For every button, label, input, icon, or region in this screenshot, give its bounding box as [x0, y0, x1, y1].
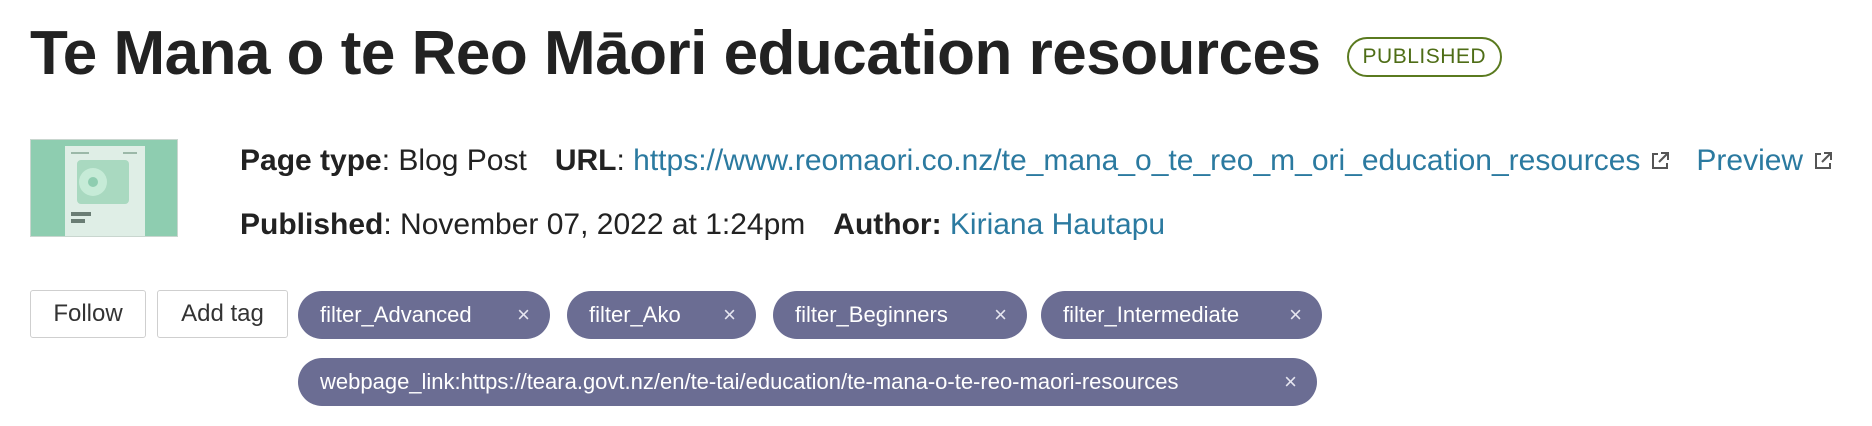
tag-label: filter_Ako	[589, 302, 681, 327]
tag-label: filter_Beginners	[795, 302, 948, 327]
tag-chip[interactable]: filter_Intermediate ×	[1041, 291, 1322, 339]
remove-tag-icon[interactable]: ×	[1284, 371, 1297, 393]
preview-external-icon[interactable]	[1811, 149, 1835, 173]
thumbnail-image	[31, 140, 177, 236]
url-link[interactable]: https://www.reomaori.co.nz/te_mana_o_te_…	[633, 144, 1640, 178]
published-value: November 07, 2022 at 1:24pm	[400, 208, 806, 241]
remove-tag-icon[interactable]: ×	[723, 304, 736, 326]
tag-label: webpage_link:https://teara.govt.nz/en/te…	[320, 369, 1179, 394]
tag-label: filter_Advanced	[320, 302, 472, 327]
tag-chip[interactable]: filter_Ako ×	[567, 291, 756, 339]
page-thumbnail[interactable]	[30, 139, 178, 237]
meta-row-primary: Page type: Blog Post URL: https://www.re…	[240, 144, 1835, 178]
remove-tag-icon[interactable]: ×	[994, 304, 1007, 326]
published-label: Published	[240, 208, 384, 241]
page-title: Te Mana o te Reo Māori education resourc…	[30, 19, 1321, 88]
url-label: URL	[554, 144, 617, 177]
tag-chip[interactable]: filter_Advanced ×	[298, 291, 550, 339]
page-type-colon: :	[381, 144, 399, 177]
add-tag-button[interactable]: Add tag	[157, 290, 288, 338]
title-row: Te Mana o te Reo Māori education resourc…	[30, 18, 1503, 89]
remove-tag-icon[interactable]: ×	[1289, 304, 1302, 326]
author-link[interactable]: Kiriana Hautapu	[950, 208, 1165, 242]
meta-row-secondary: Published: November 07, 2022 at 1:24pm A…	[240, 208, 1165, 242]
page-type-label: Page type	[240, 144, 382, 177]
external-link-icon[interactable]	[1648, 149, 1672, 173]
tag-label: filter_Intermediate	[1063, 302, 1240, 327]
page-type-value: Blog Post	[398, 144, 527, 177]
tag-chip[interactable]: filter_Beginners ×	[773, 291, 1027, 339]
preview-link[interactable]: Preview	[1696, 144, 1803, 178]
tag-chip[interactable]: webpage_link:https://teara.govt.nz/en/te…	[298, 358, 1317, 406]
remove-tag-icon[interactable]: ×	[517, 304, 530, 326]
published-colon: :	[383, 208, 401, 241]
url-colon: :	[616, 144, 634, 177]
status-badge: PUBLISHED	[1346, 36, 1503, 77]
follow-button[interactable]: Follow	[30, 290, 146, 338]
author-label: Author:	[833, 208, 942, 241]
